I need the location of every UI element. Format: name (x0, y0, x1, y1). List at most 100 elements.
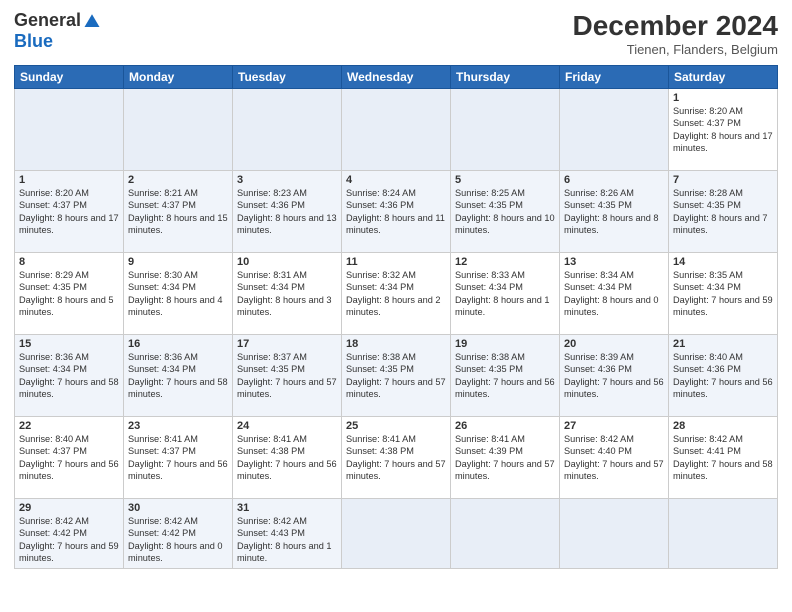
table-row: 21Sunrise: 8:40 AMSunset: 4:36 PMDayligh… (669, 335, 778, 417)
day-number: 1 (673, 92, 773, 104)
table-row (669, 499, 778, 569)
day-info: Sunrise: 8:29 AMSunset: 4:35 PMDaylight:… (19, 269, 119, 319)
day-info: Sunrise: 8:25 AMSunset: 4:35 PMDaylight:… (455, 187, 555, 237)
day-info: Sunrise: 8:42 AMSunset: 4:42 PMDaylight:… (19, 515, 119, 565)
day-number: 30 (128, 502, 228, 514)
table-row: 2Sunrise: 8:21 AMSunset: 4:37 PMDaylight… (124, 171, 233, 253)
title-block: December 2024 Tienen, Flanders, Belgium (573, 10, 778, 57)
day-info: Sunrise: 8:37 AMSunset: 4:35 PMDaylight:… (237, 351, 337, 401)
day-number: 20 (564, 338, 664, 350)
table-row: 1Sunrise: 8:20 AMSunset: 4:37 PMDaylight… (15, 171, 124, 253)
day-info: Sunrise: 8:23 AMSunset: 4:36 PMDaylight:… (237, 187, 337, 237)
day-number: 16 (128, 338, 228, 350)
table-row: 10Sunrise: 8:31 AMSunset: 4:34 PMDayligh… (233, 253, 342, 335)
day-number: 9 (128, 256, 228, 268)
day-info: Sunrise: 8:40 AMSunset: 4:36 PMDaylight:… (673, 351, 773, 401)
table-row: 22Sunrise: 8:40 AMSunset: 4:37 PMDayligh… (15, 417, 124, 499)
table-row: 30Sunrise: 8:42 AMSunset: 4:42 PMDayligh… (124, 499, 233, 569)
day-number: 18 (346, 338, 446, 350)
table-row: 17Sunrise: 8:37 AMSunset: 4:35 PMDayligh… (233, 335, 342, 417)
table-row: 29Sunrise: 8:42 AMSunset: 4:42 PMDayligh… (15, 499, 124, 569)
table-row (233, 89, 342, 171)
day-info: Sunrise: 8:30 AMSunset: 4:34 PMDaylight:… (128, 269, 228, 319)
day-number: 11 (346, 256, 446, 268)
table-row: 28Sunrise: 8:42 AMSunset: 4:41 PMDayligh… (669, 417, 778, 499)
table-row: 11Sunrise: 8:32 AMSunset: 4:34 PMDayligh… (342, 253, 451, 335)
day-number: 27 (564, 420, 664, 432)
day-info: Sunrise: 8:32 AMSunset: 4:34 PMDaylight:… (346, 269, 446, 319)
day-info: Sunrise: 8:39 AMSunset: 4:36 PMDaylight:… (564, 351, 664, 401)
table-row: 12Sunrise: 8:33 AMSunset: 4:34 PMDayligh… (451, 253, 560, 335)
day-number: 25 (346, 420, 446, 432)
day-info: Sunrise: 8:40 AMSunset: 4:37 PMDaylight:… (19, 433, 119, 483)
table-row (15, 89, 124, 171)
day-info: Sunrise: 8:20 AMSunset: 4:37 PMDaylight:… (19, 187, 119, 237)
table-row: 25Sunrise: 8:41 AMSunset: 4:38 PMDayligh… (342, 417, 451, 499)
logo-icon (83, 12, 101, 30)
day-number: 1 (19, 174, 119, 186)
table-row (342, 499, 451, 569)
table-row: 18Sunrise: 8:38 AMSunset: 4:35 PMDayligh… (342, 335, 451, 417)
day-info: Sunrise: 8:34 AMSunset: 4:34 PMDaylight:… (564, 269, 664, 319)
table-row: 15Sunrise: 8:36 AMSunset: 4:34 PMDayligh… (15, 335, 124, 417)
table-row: 4Sunrise: 8:24 AMSunset: 4:36 PMDaylight… (342, 171, 451, 253)
day-number: 24 (237, 420, 337, 432)
header-monday: Monday (124, 66, 233, 89)
table-row: 24Sunrise: 8:41 AMSunset: 4:38 PMDayligh… (233, 417, 342, 499)
day-info: Sunrise: 8:36 AMSunset: 4:34 PMDaylight:… (128, 351, 228, 401)
day-number: 3 (237, 174, 337, 186)
table-row (451, 89, 560, 171)
day-number: 2 (128, 174, 228, 186)
logo: General Blue (14, 10, 101, 52)
day-info: Sunrise: 8:38 AMSunset: 4:35 PMDaylight:… (455, 351, 555, 401)
day-number: 6 (564, 174, 664, 186)
day-info: Sunrise: 8:35 AMSunset: 4:34 PMDaylight:… (673, 269, 773, 319)
table-row: 1Sunrise: 8:20 AMSunset: 4:37 PMDaylight… (669, 89, 778, 171)
day-number: 29 (19, 502, 119, 514)
day-info: Sunrise: 8:28 AMSunset: 4:35 PMDaylight:… (673, 187, 773, 237)
day-number: 21 (673, 338, 773, 350)
header: General Blue December 2024 Tienen, Fland… (14, 10, 778, 57)
month-title: December 2024 (573, 10, 778, 42)
day-number: 13 (564, 256, 664, 268)
table-row (342, 89, 451, 171)
day-info: Sunrise: 8:42 AMSunset: 4:43 PMDaylight:… (237, 515, 337, 565)
day-number: 7 (673, 174, 773, 186)
day-info: Sunrise: 8:31 AMSunset: 4:34 PMDaylight:… (237, 269, 337, 319)
day-info: Sunrise: 8:41 AMSunset: 4:37 PMDaylight:… (128, 433, 228, 483)
day-number: 5 (455, 174, 555, 186)
day-info: Sunrise: 8:36 AMSunset: 4:34 PMDaylight:… (19, 351, 119, 401)
day-info: Sunrise: 8:42 AMSunset: 4:40 PMDaylight:… (564, 433, 664, 483)
day-number: 19 (455, 338, 555, 350)
table-row (560, 499, 669, 569)
day-info: Sunrise: 8:41 AMSunset: 4:38 PMDaylight:… (346, 433, 446, 483)
day-info: Sunrise: 8:42 AMSunset: 4:41 PMDaylight:… (673, 433, 773, 483)
table-row: 31Sunrise: 8:42 AMSunset: 4:43 PMDayligh… (233, 499, 342, 569)
day-number: 22 (19, 420, 119, 432)
day-number: 15 (19, 338, 119, 350)
day-number: 8 (19, 256, 119, 268)
header-row: Sunday Monday Tuesday Wednesday Thursday… (15, 66, 778, 89)
day-number: 31 (237, 502, 337, 514)
table-row: 6Sunrise: 8:26 AMSunset: 4:35 PMDaylight… (560, 171, 669, 253)
table-row (560, 89, 669, 171)
table-row: 27Sunrise: 8:42 AMSunset: 4:40 PMDayligh… (560, 417, 669, 499)
table-row: 20Sunrise: 8:39 AMSunset: 4:36 PMDayligh… (560, 335, 669, 417)
table-row: 26Sunrise: 8:41 AMSunset: 4:39 PMDayligh… (451, 417, 560, 499)
day-number: 14 (673, 256, 773, 268)
page: General Blue December 2024 Tienen, Fland… (0, 0, 792, 612)
logo-general-text: General (14, 10, 81, 31)
header-thursday: Thursday (451, 66, 560, 89)
table-row: 19Sunrise: 8:38 AMSunset: 4:35 PMDayligh… (451, 335, 560, 417)
table-row: 13Sunrise: 8:34 AMSunset: 4:34 PMDayligh… (560, 253, 669, 335)
day-info: Sunrise: 8:41 AMSunset: 4:38 PMDaylight:… (237, 433, 337, 483)
calendar-body: 1Sunrise: 8:20 AMSunset: 4:37 PMDaylight… (15, 89, 778, 569)
table-row: 5Sunrise: 8:25 AMSunset: 4:35 PMDaylight… (451, 171, 560, 253)
calendar-header: Sunday Monday Tuesday Wednesday Thursday… (15, 66, 778, 89)
header-tuesday: Tuesday (233, 66, 342, 89)
day-number: 17 (237, 338, 337, 350)
table-row: 23Sunrise: 8:41 AMSunset: 4:37 PMDayligh… (124, 417, 233, 499)
table-row: 14Sunrise: 8:35 AMSunset: 4:34 PMDayligh… (669, 253, 778, 335)
header-sunday: Sunday (15, 66, 124, 89)
table-row: 3Sunrise: 8:23 AMSunset: 4:36 PMDaylight… (233, 171, 342, 253)
